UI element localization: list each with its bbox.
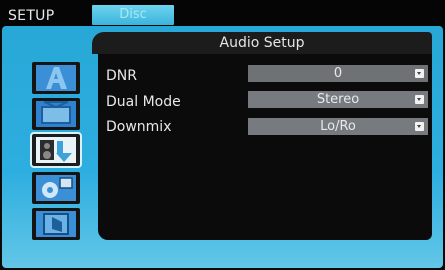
dropdown-arrow-icon[interactable]	[415, 122, 424, 131]
downmix-select[interactable]: Lo/Ro	[248, 118, 428, 135]
dnr-value: 0	[333, 66, 343, 81]
downmix-value: Lo/Ro	[320, 119, 356, 134]
video-icon	[36, 101, 76, 127]
sidebar-item-exit[interactable]	[32, 208, 80, 240]
sidebar-item-language[interactable]	[32, 62, 80, 94]
setup-screen: SETUP Disc Audio Setup DNR 0 Dual Mode S…	[0, 0, 445, 270]
tab-disc[interactable]: Disc	[92, 5, 174, 25]
sidebar-item-video[interactable]	[32, 98, 80, 130]
dropdown-arrow-icon[interactable]	[415, 95, 424, 104]
exit-icon	[36, 211, 76, 237]
dnr-label: DNR	[106, 68, 137, 84]
audio-icon	[36, 137, 76, 163]
dropdown-arrow-icon[interactable]	[415, 69, 424, 78]
dual-mode-label: Dual Mode	[106, 94, 181, 110]
page-title: Audio Setup	[92, 32, 432, 54]
system-settings-icon	[36, 175, 76, 201]
language-icon	[36, 65, 76, 91]
setup-title: SETUP	[8, 8, 55, 24]
dnr-select[interactable]: 0	[248, 65, 428, 82]
sidebar-item-audio[interactable]	[30, 132, 82, 168]
dual-mode-value: Stereo	[316, 92, 360, 107]
dual-mode-select[interactable]: Stereo	[248, 91, 428, 108]
settings-content	[98, 32, 432, 240]
sidebar-item-system[interactable]	[32, 172, 80, 204]
downmix-label: Downmix	[106, 119, 172, 135]
